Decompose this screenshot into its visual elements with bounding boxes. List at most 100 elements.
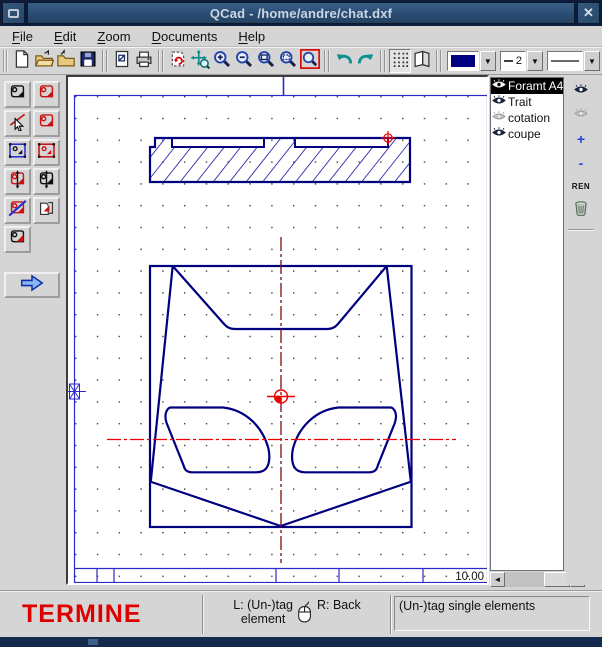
layer-rename-button[interactable]: REN bbox=[569, 177, 593, 196]
import-file-button[interactable] bbox=[55, 49, 77, 73]
window-menu-icon bbox=[8, 9, 19, 18]
zoom-selection-button[interactable] bbox=[277, 49, 299, 73]
untag-window-button[interactable] bbox=[33, 139, 60, 166]
drawing-canvas[interactable]: 10.00 bbox=[66, 75, 489, 585]
command-label: TERMINE bbox=[22, 600, 142, 629]
untag-element-button[interactable] bbox=[33, 81, 60, 108]
scale-label: 10.00 bbox=[455, 571, 484, 583]
layer-delete-button[interactable] bbox=[569, 201, 593, 220]
main-toolbar: ▼2▼▼ bbox=[0, 47, 602, 75]
tag-intersected-icon bbox=[8, 170, 27, 194]
views-button[interactable] bbox=[411, 49, 433, 73]
layer-row-cotation[interactable]: cotation bbox=[491, 110, 563, 126]
toolbar-separator bbox=[324, 50, 330, 72]
window-bottom-border bbox=[0, 637, 602, 647]
right-hint: R: Back bbox=[317, 598, 361, 612]
pen-width-dropdown[interactable]: 2▼ bbox=[500, 50, 543, 72]
layer-row-trait[interactable]: Trait bbox=[491, 94, 563, 110]
pen-style-dropdown[interactable]: ▼ bbox=[547, 50, 600, 72]
menu-help[interactable]: Help bbox=[238, 29, 265, 44]
toolbar-separator bbox=[380, 50, 386, 72]
left-hint-line1: L: (Un-)tag bbox=[233, 598, 293, 612]
tag-intersected-button[interactable] bbox=[4, 168, 31, 195]
print-preview-button[interactable] bbox=[111, 49, 133, 73]
redo-button[interactable] bbox=[355, 49, 377, 73]
window-title: QCad - /home/andre/chat.dxf bbox=[210, 6, 392, 21]
zoom-in-icon bbox=[212, 49, 232, 74]
scroll-track[interactable] bbox=[505, 572, 570, 587]
print-icon bbox=[134, 49, 154, 74]
menu-zoom[interactable]: Zoom bbox=[97, 29, 130, 44]
pick-element-button[interactable] bbox=[4, 110, 31, 137]
untag-all-icon bbox=[8, 199, 27, 223]
pick-element-icon bbox=[8, 112, 27, 136]
pen-color-dropdown-arrow[interactable]: ▼ bbox=[480, 51, 496, 71]
zoom-auto-button[interactable] bbox=[189, 49, 211, 73]
resize-notch bbox=[88, 639, 98, 645]
eye-icon bbox=[574, 82, 588, 100]
layer-row-coupe[interactable]: coupe bbox=[491, 126, 563, 142]
untag-intersected-button[interactable] bbox=[33, 168, 60, 195]
zoom-in-button[interactable] bbox=[211, 49, 233, 73]
layer-label: cotation bbox=[508, 111, 550, 125]
open-file-button[interactable] bbox=[33, 49, 55, 73]
status-divider bbox=[390, 595, 392, 634]
tag-window-button[interactable] bbox=[4, 139, 31, 166]
tag-tool-grid bbox=[4, 81, 66, 254]
continue-arrow-icon bbox=[19, 274, 45, 297]
menu-documents[interactable]: Documents bbox=[152, 29, 218, 44]
pen-width-dropdown-arrow[interactable]: ▼ bbox=[527, 51, 543, 71]
untag-all-button[interactable] bbox=[4, 197, 31, 224]
layer-add-button[interactable]: + bbox=[569, 129, 593, 148]
pen-color-dropdown[interactable]: ▼ bbox=[447, 50, 496, 72]
layer-buttons-separator bbox=[568, 229, 594, 231]
new-file-button[interactable] bbox=[11, 49, 33, 73]
tag-element-button[interactable] bbox=[4, 81, 31, 108]
continue-button[interactable] bbox=[4, 272, 60, 298]
zoom-window-button[interactable] bbox=[255, 49, 277, 73]
tag-contour-button[interactable] bbox=[33, 110, 60, 137]
pen-width-value: 2 bbox=[516, 55, 522, 67]
zoom-out-icon bbox=[234, 49, 254, 74]
toolbar-separator bbox=[436, 50, 442, 72]
mouse-hints: L: (Un-)tag element R: Back bbox=[204, 592, 390, 637]
window-menu-button[interactable] bbox=[2, 2, 25, 24]
tag-single-icon bbox=[8, 228, 27, 252]
layer-visibility-icon[interactable] bbox=[492, 127, 508, 141]
layer-show-button[interactable] bbox=[569, 81, 593, 100]
invert-tags-icon bbox=[37, 199, 56, 223]
layer-row-foramt-a4[interactable]: Foramt A4 bbox=[491, 78, 563, 94]
zoom-auto-icon bbox=[190, 49, 210, 74]
toolbar-handle[interactable] bbox=[3, 50, 8, 72]
layer-remove-button[interactable]: - bbox=[569, 153, 593, 172]
scroll-left-button[interactable]: ◄ bbox=[490, 572, 505, 587]
menu-bar: File Edit Zoom Documents Help bbox=[0, 26, 602, 47]
print-button[interactable] bbox=[133, 49, 155, 73]
redraw-icon bbox=[168, 49, 188, 74]
undo-icon bbox=[334, 49, 354, 74]
tag-single-button[interactable] bbox=[4, 226, 31, 253]
untag-window-icon bbox=[37, 141, 56, 165]
pen-color-swatch bbox=[451, 55, 475, 67]
zoom-out-button[interactable] bbox=[233, 49, 255, 73]
title-bar-caption[interactable]: QCad - /home/andre/chat.dxf bbox=[27, 2, 575, 24]
redraw-button[interactable] bbox=[167, 49, 189, 73]
close-button[interactable]: ✕ bbox=[577, 2, 600, 24]
grid-dots bbox=[70, 80, 486, 582]
menu-edit[interactable]: Edit bbox=[54, 29, 76, 44]
invert-tags-button[interactable] bbox=[33, 197, 60, 224]
layer-visibility-icon[interactable] bbox=[492, 79, 508, 93]
save-file-icon bbox=[78, 49, 98, 74]
undo-button[interactable] bbox=[333, 49, 355, 73]
layer-hide-button[interactable] bbox=[569, 105, 593, 124]
pen-style-dropdown-arrow[interactable]: ▼ bbox=[584, 51, 600, 71]
redo-icon bbox=[356, 49, 376, 74]
zoom-previous-button[interactable] bbox=[299, 49, 321, 73]
layer-visibility-icon[interactable] bbox=[492, 95, 508, 109]
zoom-previous-icon bbox=[300, 49, 320, 74]
views-icon bbox=[412, 49, 432, 74]
save-file-button[interactable] bbox=[77, 49, 99, 73]
menu-file[interactable]: File bbox=[12, 29, 33, 44]
layer-visibility-icon[interactable] bbox=[492, 111, 508, 125]
grid-toggle-button[interactable] bbox=[389, 49, 411, 73]
